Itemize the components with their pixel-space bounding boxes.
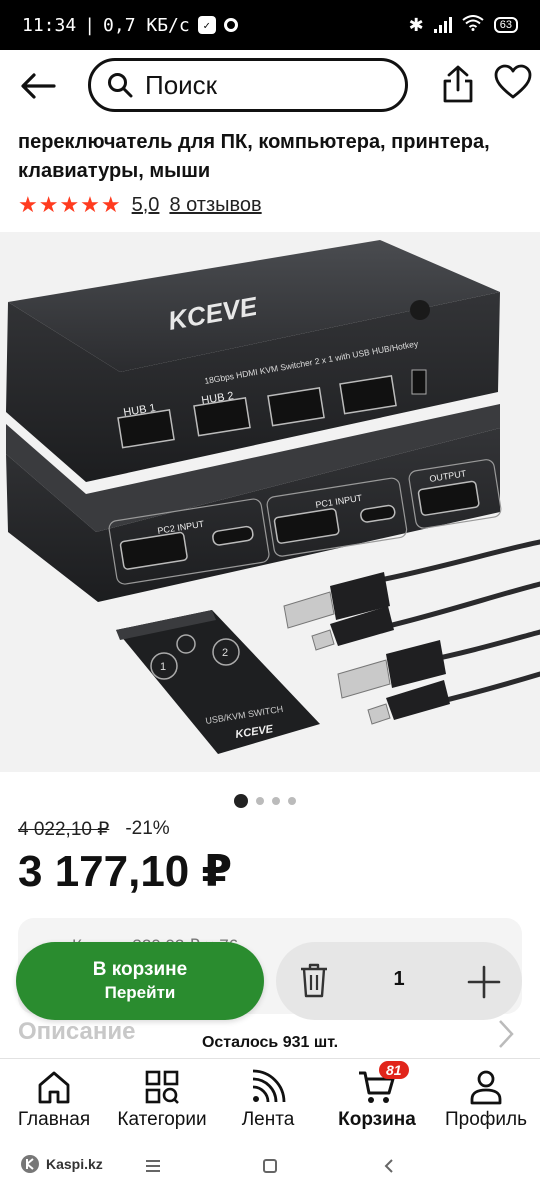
trash-icon[interactable] (298, 961, 330, 999)
share-icon (443, 65, 473, 103)
kaspi-logo-icon (21, 1155, 39, 1173)
go-label: Перейти (104, 983, 176, 1002)
product-title: переключатель для ПК, компьютера, принте… (18, 131, 490, 182)
system-nav-bar: Kaspi.kz (0, 1140, 540, 1200)
arrow-left-icon (21, 73, 56, 99)
in-cart-label: В корзине (92, 959, 188, 980)
discount-badge: -21% (125, 818, 170, 839)
cart-count-badge: 81 (379, 1061, 409, 1079)
current-price: 3 177,10 ₽ (18, 847, 233, 896)
cart-icon-wrap: 81 (357, 1061, 409, 1107)
nav-home[interactable]: Главная (10, 1067, 98, 1131)
share-button[interactable] (440, 64, 476, 104)
heart-icon (494, 64, 532, 99)
nav-profile-label: Профиль (444, 1109, 528, 1130)
wifi-icon (462, 14, 484, 36)
status-divider: | (84, 14, 96, 36)
remote-button-1: 1 (160, 661, 166, 673)
back-chevron-icon[interactable] (382, 1158, 396, 1174)
quantity-stepper: 1 (276, 942, 522, 1020)
nav-cart-label: Корзина (338, 1109, 416, 1130)
search-input[interactable] (145, 69, 375, 101)
nav-home-label: Главная (17, 1109, 91, 1130)
product-rating: ★★★★★ 5,0 8 отзывов (18, 192, 262, 218)
go-to-cart-button[interactable]: В корзине Перейти (16, 942, 264, 1020)
nav-profile[interactable]: Профиль (438, 1067, 534, 1131)
remote-button-2: 2 (222, 647, 228, 659)
home-icon (38, 1071, 70, 1104)
nav-categories[interactable]: Категории (108, 1067, 216, 1131)
carousel-dot[interactable] (234, 794, 248, 808)
status-bar: 11:34 | 0,7 КБ/с ✓ ✱ 63 (0, 0, 540, 50)
rating-value[interactable]: 5,0 (132, 194, 160, 217)
feed-icon (252, 1069, 286, 1103)
carousel-dot[interactable] (288, 797, 296, 805)
nav-feed[interactable]: Лента (230, 1067, 306, 1131)
status-network-speed: 0,7 КБ/с (103, 14, 190, 36)
image-carousel-dots[interactable] (234, 794, 296, 808)
battery-indicator: 63 (493, 17, 518, 33)
menu-icon[interactable] (144, 1158, 162, 1174)
header (0, 50, 540, 120)
nav-categories-label: Категории (117, 1109, 207, 1130)
notification-icon (223, 18, 238, 32)
favorite-button[interactable] (494, 64, 532, 104)
back-button[interactable] (18, 66, 58, 106)
nav-feed-label: Лента (241, 1109, 295, 1130)
carousel-dot[interactable] (256, 797, 264, 805)
product-image[interactable]: KCEVE 18Gbps HDMI KVM Switcher 2 x 1 wit… (0, 232, 540, 772)
stock-remaining: Осталось 931 шт. (201, 1034, 339, 1051)
bluetooth-icon: ✱ (408, 14, 424, 35)
star-rating-icon: ★★★★★ (18, 192, 122, 217)
old-price: 4 022,10 ₽ (18, 819, 110, 840)
shield-icon: ✓ (197, 16, 216, 34)
home-square-icon[interactable] (262, 1158, 278, 1174)
search-box[interactable] (88, 58, 408, 112)
old-price-row: 4 022,10 ₽ -21% (18, 818, 170, 841)
quantity-value: 1 (393, 968, 405, 990)
search-icon (108, 73, 133, 98)
profile-icon (470, 1070, 502, 1105)
bottom-nav: Главная Категории Лента 81 Корзина Профи… (0, 1058, 540, 1138)
plus-icon[interactable] (466, 964, 502, 1000)
kvm-switch-illustration: KCEVE 18Gbps HDMI KVM Switcher 2 x 1 wit… (0, 232, 540, 772)
kaspi-brand-label: Kaspi.kz (46, 1156, 103, 1172)
reviews-link[interactable]: 8 отзывов (169, 194, 261, 217)
nav-cart[interactable]: 81 Корзина (330, 1061, 424, 1131)
status-time: 11:34 (22, 14, 77, 36)
categories-icon (145, 1070, 179, 1104)
kaspi-brand: Kaspi.kz (20, 1154, 103, 1174)
carousel-dot[interactable] (272, 797, 280, 805)
signal-icon (433, 17, 452, 33)
